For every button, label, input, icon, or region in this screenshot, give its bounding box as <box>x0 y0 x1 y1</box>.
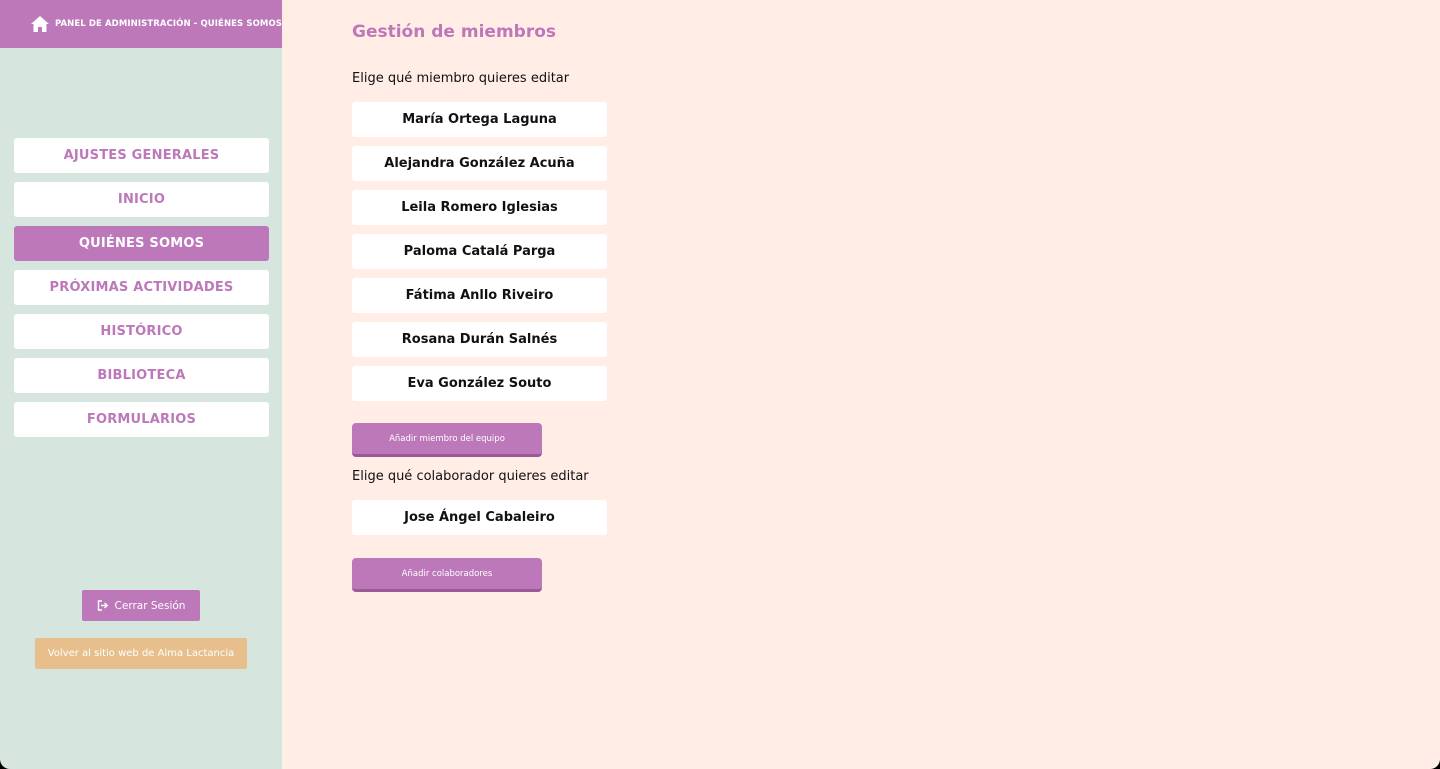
collaborators-prompt: Elige qué colaborador quieres editar <box>352 469 589 484</box>
sidebar-item-ajustes-generales[interactable]: AJUSTES GENERALES <box>14 138 269 173</box>
panel-title: PANEL DE ADMINISTRACIÓN - QUIÉNES SOMOS <box>54 19 282 29</box>
member-item[interactable]: Eva González Souto <box>352 366 607 401</box>
member-item[interactable]: Rosana Durán Salnés <box>352 322 607 357</box>
sidebar-item-biblioteca[interactable]: BIBLIOTECA <box>14 358 269 393</box>
sidebar-header: PANEL DE ADMINISTRACIÓN - QUIÉNES SOMOS <box>0 0 282 48</box>
sidebar-item-formularios[interactable]: FORMULARIOS <box>14 402 269 437</box>
app-window: PANEL DE ADMINISTRACIÓN - QUIÉNES SOMOS … <box>0 0 1440 769</box>
add-member-button[interactable]: Añadir miembro del equipo <box>352 423 542 457</box>
sidebar-item-quienes-somos[interactable]: QUIÉNES SOMOS <box>14 226 269 261</box>
members-prompt: Elige qué miembro quieres editar <box>352 71 570 86</box>
home-icon[interactable] <box>30 15 50 33</box>
member-item[interactable]: Fátima Anllo Riveiro <box>352 278 607 313</box>
member-item[interactable]: Alejandra González Acuña <box>352 146 607 181</box>
page-title: Gestión de miembros <box>352 22 557 42</box>
sign-out-icon <box>97 600 108 611</box>
member-item[interactable]: Leila Romero Iglesias <box>352 190 607 225</box>
logout-label: Cerrar Sesión <box>114 599 186 612</box>
sidebar-nav: AJUSTES GENERALES INICIO QUIÉNES SOMOS P… <box>14 138 269 446</box>
sidebar: PANEL DE ADMINISTRACIÓN - QUIÉNES SOMOS … <box>0 0 282 769</box>
sidebar-item-proximas-actividades[interactable]: PRÓXIMAS ACTIVIDADES <box>14 270 269 305</box>
collaborator-item[interactable]: Jose Ángel Cabaleiro <box>352 500 607 535</box>
logout-button[interactable]: Cerrar Sesión <box>82 590 200 621</box>
member-item[interactable]: María Ortega Laguna <box>352 102 607 137</box>
back-to-site-button[interactable]: Volver al sitio web de Alma Lactancia <box>35 638 247 669</box>
sidebar-item-inicio[interactable]: INICIO <box>14 182 269 217</box>
member-item[interactable]: Paloma Catalá Parga <box>352 234 607 269</box>
main-content: Gestión de miembros Elige qué miembro qu… <box>282 0 1440 769</box>
add-collaborator-button[interactable]: Añadir colaboradores <box>352 558 542 592</box>
sidebar-item-historico[interactable]: HISTÓRICO <box>14 314 269 349</box>
